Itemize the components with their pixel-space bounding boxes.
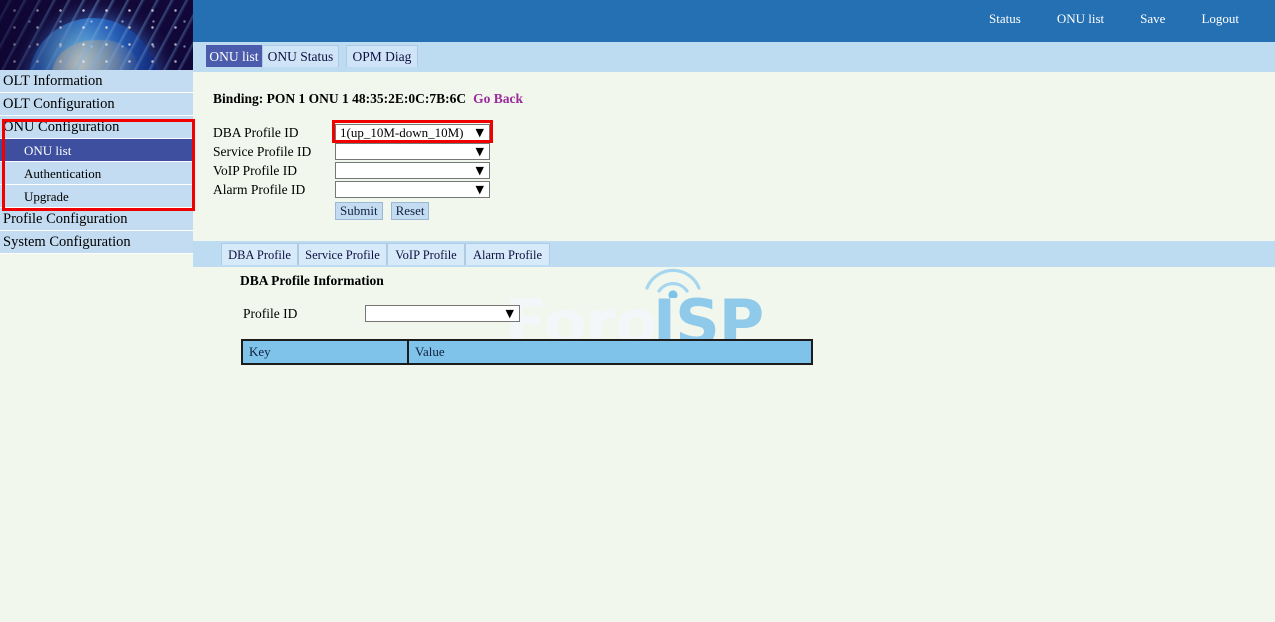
- sidebar-item-upgrade[interactable]: Upgrade: [0, 185, 193, 208]
- sidebar-item-profile-configuration[interactable]: Profile Configuration: [0, 208, 193, 231]
- form-row-alarm-profile: Alarm Profile ID ▼: [213, 180, 490, 199]
- sidebar-menu: OLT Information OLT Configuration ONU Co…: [0, 70, 193, 254]
- top-header-bar: Status ONU list Save Logout: [193, 0, 1275, 42]
- dba-profile-id-value: 1(up_10M-down_10M): [340, 125, 464, 140]
- brand-banner-image: [0, 0, 193, 70]
- dba-profile-id-label: DBA Profile ID: [213, 125, 335, 141]
- alarm-profile-id-label: Alarm Profile ID: [213, 182, 335, 198]
- sidebar-item-onu-configuration[interactable]: ONU Configuration: [0, 116, 193, 139]
- chevron-down-icon: ▼: [476, 144, 484, 160]
- form-row-service-profile: Service Profile ID ▼: [213, 142, 490, 161]
- sidebar-item-authentication[interactable]: Authentication: [0, 162, 193, 185]
- dba-profile-id-select[interactable]: 1(up_10M-down_10M) ▼: [335, 124, 490, 141]
- sidebar-item-system-configuration[interactable]: System Configuration: [0, 231, 193, 254]
- service-profile-id-select[interactable]: ▼: [335, 143, 490, 160]
- reset-button[interactable]: Reset: [391, 202, 430, 220]
- sidebar-item-olt-configuration[interactable]: OLT Configuration: [0, 93, 193, 116]
- form-button-row: Submit Reset: [335, 202, 490, 220]
- nav-logout[interactable]: Logout: [1183, 11, 1257, 27]
- wifi-signal-icon: [643, 264, 703, 298]
- voip-profile-id-label: VoIP Profile ID: [213, 163, 335, 179]
- top-navigation: Status ONU list Save Logout: [971, 11, 1257, 27]
- table-header-row: Key Value: [242, 340, 812, 364]
- banner-vignette: [0, 0, 193, 70]
- main-tab-strip: ONU list ONU Status OPM Diag: [193, 42, 1275, 72]
- form-row-dba-profile: DBA Profile ID 1(up_10M-down_10M) ▼: [213, 123, 490, 142]
- nav-save[interactable]: Save: [1122, 11, 1183, 27]
- binding-info: Binding: PON 1 ONU 1 48:35:2E:0C:7B:6C Go…: [213, 91, 523, 107]
- column-header-key: Key: [242, 340, 408, 364]
- sidebar-item-olt-information[interactable]: OLT Information: [0, 70, 193, 93]
- tab-dba-profile[interactable]: DBA Profile: [221, 243, 298, 265]
- table-head: Key Value: [242, 340, 812, 364]
- profile-tab-strip: DBA Profile Service Profile VoIP Profile…: [193, 241, 1275, 267]
- profile-key-value-table: Key Value: [241, 339, 813, 365]
- onu-binding-form: DBA Profile ID 1(up_10M-down_10M) ▼ Serv…: [213, 123, 490, 220]
- chevron-down-icon: ▼: [476, 182, 484, 198]
- tab-opm-diag[interactable]: OPM Diag: [346, 45, 418, 67]
- submit-button[interactable]: Submit: [335, 202, 383, 220]
- sidebar-item-onu-list[interactable]: ONU list: [0, 139, 193, 162]
- tab-alarm-profile[interactable]: Alarm Profile: [465, 243, 550, 265]
- nav-status[interactable]: Status: [971, 11, 1039, 27]
- voip-profile-id-select[interactable]: ▼: [335, 162, 490, 179]
- go-back-link[interactable]: Go Back: [473, 91, 523, 106]
- page-root: Status ONU list Save Logout OLT Informat…: [0, 0, 1275, 622]
- service-profile-id-label: Service Profile ID: [213, 144, 335, 160]
- column-header-value: Value: [408, 340, 812, 364]
- nav-onu-list[interactable]: ONU list: [1039, 11, 1122, 27]
- tab-onu-status[interactable]: ONU Status: [262, 45, 339, 67]
- chevron-down-icon: ▼: [506, 306, 514, 322]
- dba-profile-information-title: DBA Profile Information: [240, 273, 384, 289]
- binding-label: Binding: PON 1 ONU 1 48:35:2E:0C:7B:6C: [213, 91, 466, 106]
- chevron-down-icon: ▼: [476, 163, 484, 179]
- tab-onu-list[interactable]: ONU list: [206, 45, 262, 67]
- tab-voip-profile[interactable]: VoIP Profile: [387, 243, 465, 265]
- profile-id-label: Profile ID: [243, 306, 365, 322]
- alarm-profile-id-select[interactable]: ▼: [335, 181, 490, 198]
- profile-id-row: Profile ID ▼: [243, 305, 520, 322]
- profile-id-select[interactable]: ▼: [365, 305, 520, 322]
- form-row-voip-profile: VoIP Profile ID ▼: [213, 161, 490, 180]
- tab-service-profile[interactable]: Service Profile: [298, 243, 387, 265]
- chevron-down-icon: ▼: [476, 125, 484, 141]
